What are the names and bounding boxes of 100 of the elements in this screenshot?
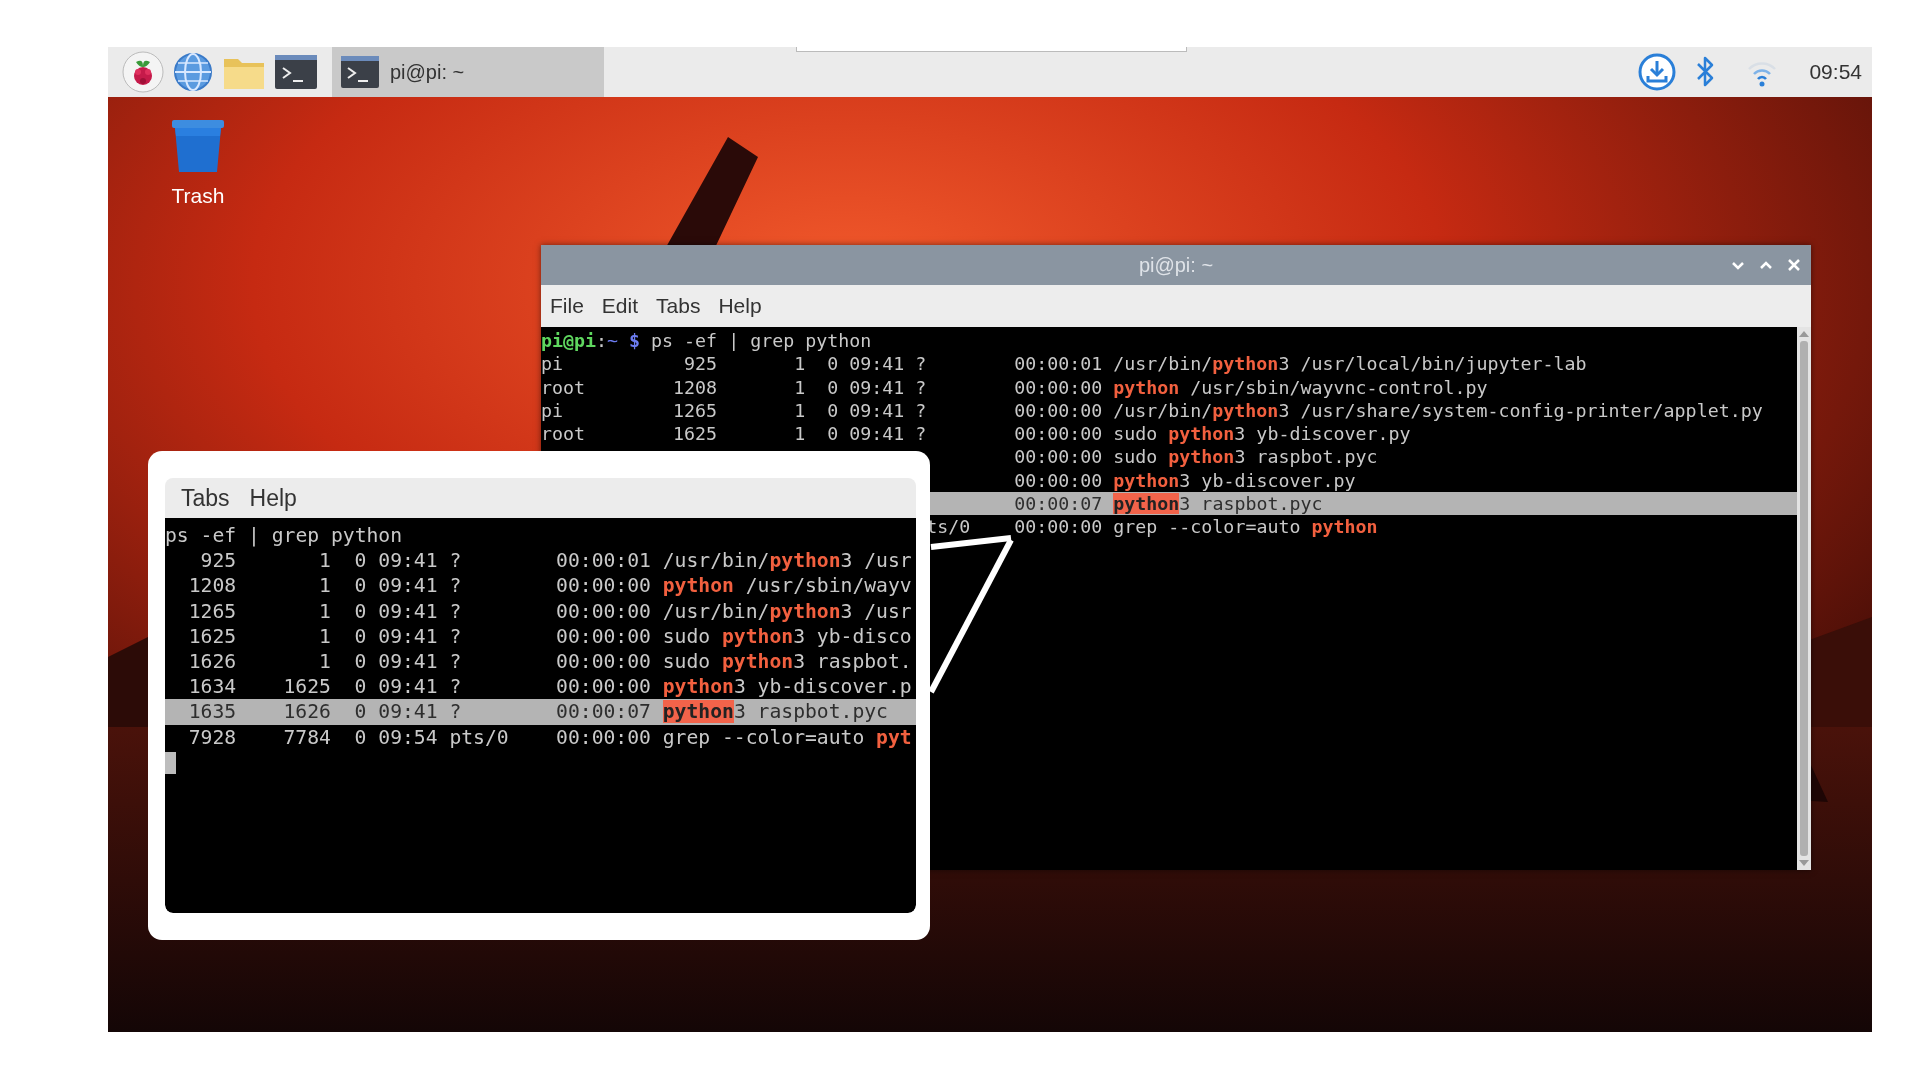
command-text: python3 raspbot.pyc [662,699,888,725]
cpu-cell: 0 [354,725,367,749]
ppid-cell: 1 [319,549,331,573]
start-time-cell: 09:41 [849,353,905,375]
start-time-cell: 09:54 [378,725,438,749]
cpu-cell: 0 [827,423,839,445]
cpu-time-cell: 00:00:00 [556,598,651,624]
pid-cell: 925 [684,353,718,375]
cpu-cell: 0 [354,574,367,598]
cpu-time-cell: 00:00:00 [556,674,651,700]
start-time-cell: 09:41 [378,599,438,623]
command-text: python3 yb-discover.py [1113,468,1356,493]
command-line: ps -ef | grep python [165,523,404,549]
ppid-cell: 1 [794,353,806,375]
cpu-time-cell: 00:00:07 [556,699,651,725]
cpu-cell: 0 [354,599,367,623]
menu-item[interactable]: Help [718,294,762,318]
command-text: /usr/bin/python3 /usr [662,548,912,574]
pid-cell: 1208 [188,574,237,598]
cpu-time-cell: 00:00:01 [556,548,651,574]
ppid-cell: 1 [319,599,331,623]
user-cell: pi [541,353,563,375]
pid-cell: 1208 [673,376,718,398]
start-time-cell: 09:41 [378,549,438,573]
cpu-time-cell: 00:00:00 [1014,515,1103,539]
pid-cell: 1625 [188,624,237,648]
ppid-cell: 1 [319,649,331,673]
menu-item[interactable]: File [550,294,584,318]
desktop-icon-label[interactable]: Trash [171,184,225,208]
menu-item[interactable]: Tabs [656,294,701,318]
start-time-cell: 09:41 [849,423,905,445]
start-time-cell: 09:41 [378,700,438,724]
command-text: /usr/bin/python3 /usr/local/bin/jupyter-lab [1113,352,1587,376]
user-cell: root [541,376,586,398]
terminal-icon[interactable] [274,53,318,91]
command-text: python /usr/sbin/wayvnc-control.py [1113,375,1488,399]
cpu-cell: 0 [354,675,367,699]
cpu-time-cell: 00:00:00 [1014,422,1103,446]
tty-cell: ? [915,376,927,398]
cpu-time-cell: 00:00:00 [1014,398,1103,423]
cpu-time-cell: 00:00:00 [1014,375,1103,399]
tty-cell: ? [449,599,462,623]
scrollbar[interactable] [1797,327,1811,870]
cpu-cell: 0 [827,376,839,398]
command-line: pi@pi:~ $ ps -ef | grep python [541,329,873,353]
cpu-time-cell: 00:00:00 [556,648,651,675]
command-text: python /usr/sbin/wayv [662,573,912,599]
raspberry-icon[interactable] [122,51,164,93]
ppid-cell: 1 [319,574,331,598]
command-text: sudo python3 raspbot. [662,648,912,675]
command-text: sudo python3 raspbot.pyc [1113,445,1378,469]
ppid-cell: 1 [794,423,806,445]
cpu-time-cell: 00:00:00 [1014,468,1103,493]
command-text: grep --color=auto pyt [662,724,912,750]
cpu-cell: 0 [354,624,367,648]
tty-cell: ? [449,700,462,724]
tty-cell: ? [449,624,462,648]
pid-cell: 1634 [188,675,237,699]
user-cell: root [541,423,586,445]
ppid-cell: 1 [794,376,806,398]
cpu-time-cell: 00:00:00 [556,573,651,599]
command-text: grep --color=auto python [1113,515,1378,539]
tty-cell: pts/0 [449,725,509,749]
cpu-time-cell: 00:00:00 [556,724,651,750]
ppid-cell: 7784 [283,725,331,749]
start-time-cell: 09:41 [849,376,905,398]
ppid-cell: 1 [319,624,331,648]
tty-cell: ? [915,353,927,375]
pid-cell: 1635 [188,700,237,724]
cpu-cell: 0 [354,649,367,673]
tty-cell: ? [449,649,462,673]
ppid-cell: 1625 [283,675,331,699]
start-time-cell: 09:41 [849,399,905,421]
ppid-cell: 1626 [283,700,331,724]
tty-cell: ? [915,423,927,445]
command-text: sudo python3 yb-disco [662,623,912,649]
menu-item[interactable]: Help [249,484,297,512]
download-icon[interactable] [1637,52,1678,92]
scroll-up-icon [1799,331,1809,337]
cpu-cell: 0 [827,399,839,421]
trash-icon[interactable] [170,118,226,174]
user-cell: pi [541,399,563,421]
taskbar-window-button[interactable]: pi@pi: ~ [332,47,604,97]
command-text: python3 raspbot.pyc [1113,492,1323,516]
text-cursor [165,751,176,774]
globe-icon[interactable] [172,51,214,93]
cpu-time-cell: 00:00:07 [1014,492,1103,516]
clock[interactable]: 09:54 [1809,60,1862,84]
tty-cell: ? [449,574,462,598]
tty-cell: ts/0 [926,516,971,538]
ppid-cell: 1 [794,399,806,421]
menu-item[interactable]: Tabs [181,484,230,512]
cpu-time-cell: 00:00:00 [556,623,651,649]
command-text: /usr/bin/python3 /usr/share/system-config-printer/applet.py [1113,398,1763,423]
tty-cell: ? [449,675,462,699]
command-text: /usr/bin/python3 /usr [662,598,912,624]
pid-cell: 1625 [673,423,718,445]
start-time-cell: 09:41 [378,649,438,673]
cpu-time-cell: 00:00:01 [1014,352,1103,376]
menu-item[interactable]: Edit [601,294,639,318]
